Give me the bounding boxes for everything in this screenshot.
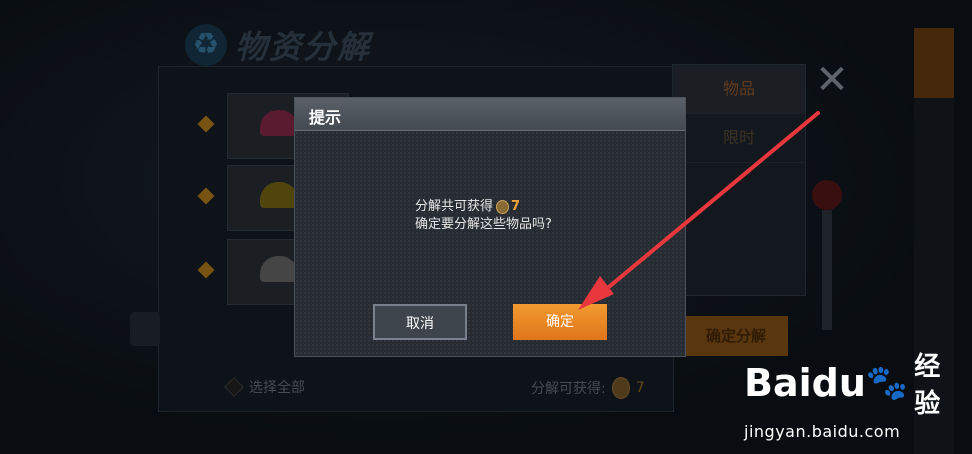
paw-icon: 🐾 [865, 363, 909, 403]
watermark-brand: Baidu [744, 361, 866, 405]
watermark-url: jingyan.baidu.com [744, 422, 901, 441]
baidu-watermark: Baidu 🐾 经验 jingyan.baidu.com [744, 346, 944, 441]
watermark-brand-cn: 经验 [914, 352, 941, 419]
